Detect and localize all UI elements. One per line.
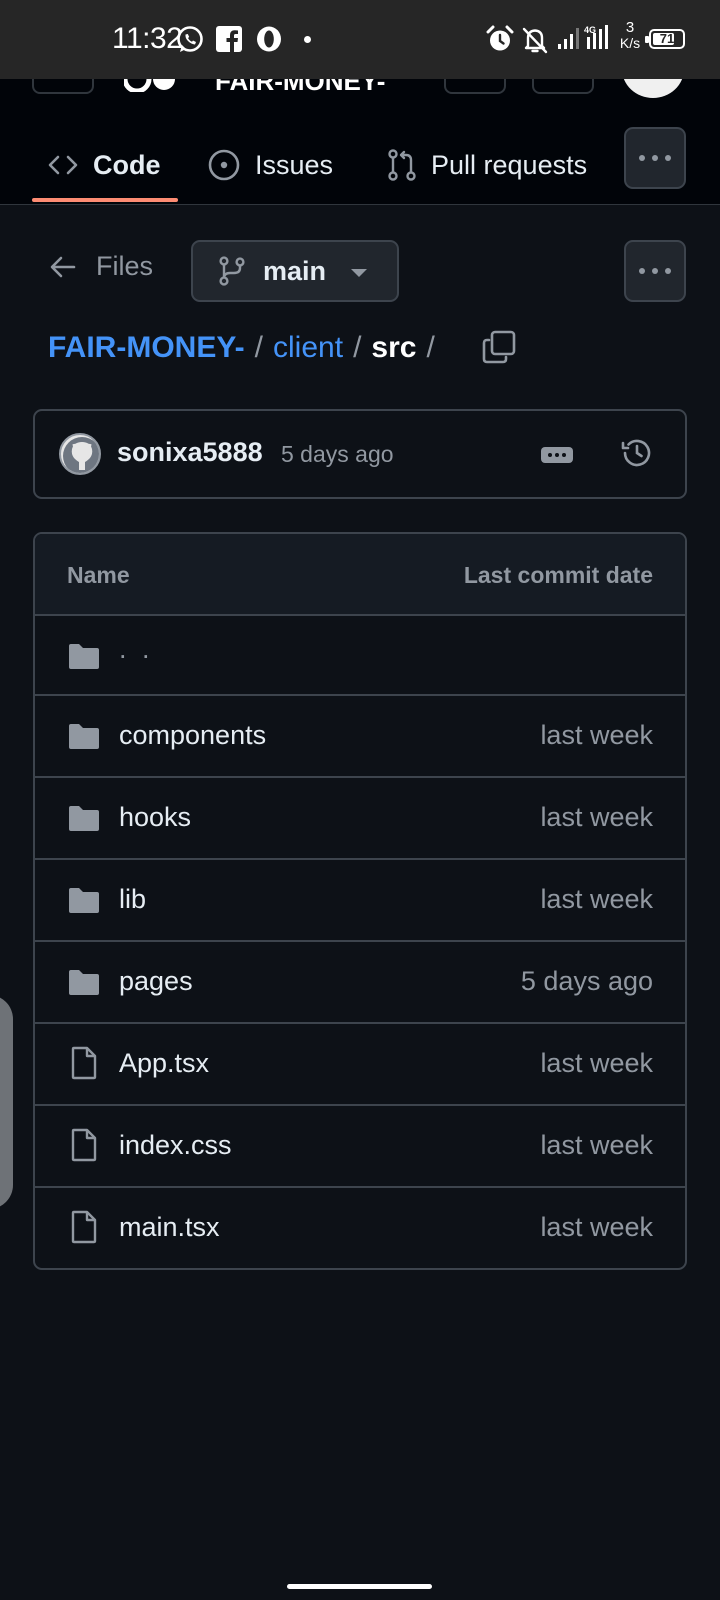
folder-icon <box>67 722 101 755</box>
file-icon <box>69 1046 99 1085</box>
battery-level: 71 <box>659 31 675 46</box>
branch-selector[interactable]: main <box>191 240 399 302</box>
file-name-link[interactable]: index.css <box>119 1130 232 1161</box>
tab-pull-requests[interactable]: Pull requests <box>387 126 587 204</box>
status-bar: 11:32 4G 3 K/s 71 <box>0 0 720 79</box>
copy-path-icon[interactable] <box>482 330 516 364</box>
column-header-name: Name <box>67 562 130 588</box>
network-speed: 3 K/s <box>614 20 646 51</box>
network-speed-value: 3 <box>625 19 635 36</box>
file-commit-date: last week <box>540 720 653 750</box>
folder-icon <box>67 968 101 1001</box>
commit-message-expand-button[interactable] <box>541 447 573 463</box>
commit-author[interactable]: sonixa5888 <box>117 437 263 468</box>
file-table: Name Last commit date . . components last… <box>33 532 687 1270</box>
table-row[interactable]: main.tsx last week <box>35 1188 685 1268</box>
folder-icon <box>67 642 101 675</box>
file-name-link[interactable]: main.tsx <box>119 1212 220 1243</box>
tab-code-label: Code <box>93 149 161 180</box>
kebab-horizontal-icon <box>639 268 671 274</box>
table-row[interactable]: lib last week <box>35 860 685 942</box>
file-list: components last week hooks last week lib last… <box>35 696 685 1268</box>
file-name-link[interactable]: lib <box>119 884 146 915</box>
file-name-link[interactable]: components <box>119 720 266 751</box>
github-mark-icon <box>63 437 99 473</box>
notifications-off-icon <box>522 27 548 54</box>
file-name-link[interactable]: hooks <box>119 802 191 833</box>
kebab-horizontal-icon <box>639 155 671 161</box>
git-branch-icon <box>219 256 245 286</box>
notification-dot <box>304 36 311 43</box>
network-type-label: 4G <box>584 25 596 35</box>
file-commit-date: last week <box>540 1212 653 1242</box>
latest-commit-box: sonixa5888 5 days ago <box>33 409 687 499</box>
triangle-down-icon <box>351 269 367 277</box>
git-pull-request-icon <box>387 148 417 182</box>
issue-opened-icon <box>207 148 241 182</box>
table-row[interactable]: hooks last week <box>35 778 685 860</box>
breadcrumb-folder-link[interactable]: client <box>273 331 343 365</box>
code-icon <box>47 151 79 179</box>
table-row[interactable]: components last week <box>35 696 685 778</box>
repo-tabs: Code Issues Pull requests <box>0 126 720 204</box>
file-commit-date: last week <box>540 1048 653 1078</box>
table-header: Name Last commit date <box>35 534 685 616</box>
network-speed-unit: K/s <box>619 35 641 51</box>
status-time: 11:32 <box>112 22 183 55</box>
file-actions-more-button[interactable] <box>624 240 686 302</box>
file-name-link[interactable]: App.tsx <box>119 1048 209 1079</box>
commit-time: 5 days ago <box>281 441 394 467</box>
history-icon[interactable] <box>619 435 655 471</box>
parent-directory-label: . . <box>119 634 154 664</box>
files-back-button[interactable]: Files <box>50 251 153 282</box>
file-icon <box>69 1128 99 1167</box>
parent-directory-row[interactable]: . . <box>35 616 685 696</box>
table-row[interactable]: pages 5 days ago <box>35 942 685 1024</box>
file-commit-date: last week <box>540 1130 653 1160</box>
tab-issues-label: Issues <box>255 149 334 180</box>
breadcrumb-current: src <box>371 331 417 364</box>
tab-issues[interactable]: Issues <box>207 126 333 204</box>
tab-pull-requests-label: Pull requests <box>431 149 588 180</box>
opera-icon <box>257 26 281 52</box>
file-commit-date: last week <box>540 802 653 832</box>
battery-icon: 71 <box>645 29 685 49</box>
edge-panel-handle[interactable] <box>0 995 13 1209</box>
alarm-icon <box>486 25 514 51</box>
column-header-last-commit-date: Last commit date <box>463 562 653 588</box>
file-commit-date: 5 days ago <box>520 966 653 996</box>
file-commit-date: last week <box>540 884 653 914</box>
table-row[interactable]: App.tsx last week <box>35 1024 685 1106</box>
avatar[interactable] <box>59 433 101 475</box>
breadcrumb: FAIR-MONEY- / client / src / <box>48 327 445 369</box>
whatsapp-icon <box>177 26 203 52</box>
file-icon <box>69 1210 99 1249</box>
table-row[interactable]: index.css last week <box>35 1106 685 1188</box>
arrow-left-icon <box>50 255 76 279</box>
active-tab-indicator <box>32 198 178 202</box>
more-tabs-button[interactable] <box>624 127 686 189</box>
home-indicator[interactable] <box>287 1584 432 1589</box>
file-name-link[interactable]: pages <box>119 966 193 997</box>
branch-name: main <box>263 255 327 286</box>
signal-icon: 4G <box>558 25 608 49</box>
folder-icon <box>67 886 101 919</box>
files-label: Files <box>96 251 154 281</box>
facebook-icon <box>216 26 242 52</box>
breadcrumb-separator: / <box>426 331 435 364</box>
folder-icon <box>67 804 101 837</box>
breadcrumb-separator: / <box>353 331 362 364</box>
breadcrumb-repo-link[interactable]: FAIR-MONEY- <box>48 331 245 365</box>
tab-code[interactable]: Code <box>47 126 161 204</box>
breadcrumb-separator: / <box>254 331 264 364</box>
